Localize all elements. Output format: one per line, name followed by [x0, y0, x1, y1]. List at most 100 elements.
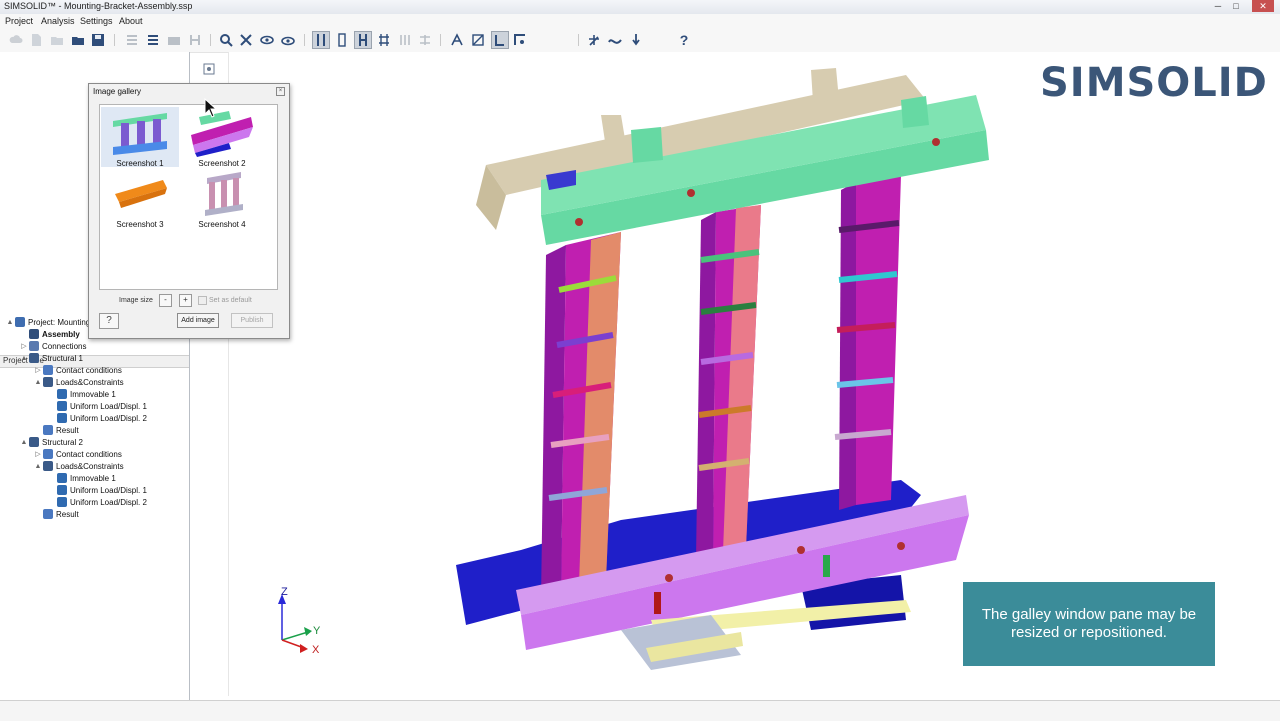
tree-expander[interactable]: ▲: [20, 355, 28, 362]
add-image-button[interactable]: Add image: [177, 313, 219, 328]
tree-item[interactable]: ▲ Project: Mounting: [6, 316, 90, 328]
gallery-list[interactable]: Screenshot 1 Screenshot 2 Screenshot 3 S…: [99, 104, 278, 290]
tree-item[interactable]: Result: [34, 508, 79, 520]
tree-item[interactable]: Result: [34, 424, 79, 436]
gallery-help-button[interactable]: ?: [99, 313, 119, 329]
open-folder-dim-icon[interactable]: [49, 32, 65, 48]
tree-item[interactable]: Uniform Load/Displ. 2: [48, 412, 147, 424]
save-icon[interactable]: [90, 32, 106, 48]
view-icon[interactable]: [259, 32, 275, 48]
tree-item-label: Uniform Load/Displ. 1: [70, 485, 147, 495]
result-icon: [43, 425, 53, 435]
zoom-fit-icon[interactable]: [218, 32, 234, 48]
help-icon[interactable]: ?: [676, 32, 692, 48]
render-edges-icon[interactable]: [354, 31, 372, 49]
render-dim-icon[interactable]: [397, 32, 413, 48]
tree-expander[interactable]: ▲: [6, 319, 14, 326]
tree-expander[interactable]: ▷: [20, 342, 28, 350]
menu-analysis[interactable]: Analysis: [41, 16, 75, 26]
render-shaded-icon[interactable]: [312, 31, 330, 49]
toolbar: ?: [0, 28, 1280, 53]
screenshot-1-thumbnail: [113, 113, 167, 155]
tree-expander[interactable]: ▷: [34, 366, 42, 374]
render-outline-icon[interactable]: [334, 32, 350, 48]
image-size-label: Image size: [119, 297, 153, 304]
render-mesh-icon[interactable]: [376, 32, 392, 48]
tree-expander[interactable]: ▲: [20, 439, 28, 446]
list-icon[interactable]: [145, 32, 161, 48]
menu-settings[interactable]: Settings: [80, 16, 113, 26]
tree-item[interactable]: ▲ Structural 2: [20, 436, 83, 448]
section-icon[interactable]: [470, 32, 486, 48]
immovable-icon: [57, 389, 67, 399]
load-icon: [57, 485, 67, 495]
tree-expander[interactable]: ▲: [34, 463, 42, 470]
clip-icon[interactable]: [491, 31, 509, 49]
screenshot-1-label: Screenshot 1: [116, 159, 164, 168]
image-gallery-window[interactable]: Image gallery × Screenshot 1 Screenshot …: [88, 83, 290, 339]
tree-expander[interactable]: ▲: [34, 379, 42, 386]
tree-item[interactable]: ▲ Loads&Constraints: [34, 460, 124, 472]
load-icon: [57, 413, 67, 423]
tree-item[interactable]: Assembly: [20, 328, 80, 340]
tree-item[interactable]: Uniform Load/Displ. 1: [48, 484, 147, 496]
cloud-icon[interactable]: [8, 32, 24, 48]
tree-item-label: Project: Mounting: [28, 317, 91, 327]
tree-item[interactable]: Uniform Load/Displ. 2: [48, 496, 147, 508]
tree-item-label: Immovable 1: [70, 473, 116, 483]
menu-about[interactable]: About: [119, 16, 143, 26]
tree-item[interactable]: ▲ Loads&Constraints: [34, 376, 124, 388]
new-file-icon[interactable]: [28, 32, 44, 48]
menu-project[interactable]: Project: [5, 16, 33, 26]
assembly-tool-icon[interactable]: [586, 32, 602, 48]
screenshot-3-label: Screenshot 3: [116, 220, 164, 229]
image-size-decrease-button[interactable]: -: [159, 294, 172, 307]
open-folder-icon[interactable]: [70, 32, 86, 48]
tree-expander[interactable]: ▷: [34, 450, 42, 458]
tree-item-label: Uniform Load/Displ. 2: [70, 497, 147, 507]
menu-bar: Project Analysis Settings About: [0, 14, 1280, 29]
contact-icon: [43, 449, 53, 459]
simulate-icon[interactable]: [628, 32, 644, 48]
loads-icon: [43, 461, 53, 471]
tree-item[interactable]: ▲ Structural 1: [20, 352, 83, 364]
tree-item-label: Contact conditions: [56, 449, 122, 459]
gallery-item-screenshot-1[interactable]: Screenshot 1: [101, 107, 179, 168]
set-default-checkbox[interactable]: [198, 296, 207, 305]
tree-item[interactable]: Immovable 1: [48, 388, 116, 400]
measure-icon[interactable]: [449, 32, 465, 48]
panel-toggle-icon[interactable]: [202, 62, 216, 76]
tree-item-label: Loads&Constraints: [56, 377, 124, 387]
explode-icon[interactable]: [238, 32, 254, 48]
transform-icon[interactable]: [512, 32, 528, 48]
tree-item-label: Uniform Load/Displ. 1: [70, 401, 147, 411]
list-dim-icon[interactable]: [124, 32, 140, 48]
gallery-item-screenshot-3[interactable]: Screenshot 3: [101, 168, 179, 229]
publish-button[interactable]: Publish: [231, 313, 273, 328]
tree-item[interactable]: ▷ Contact conditions: [34, 448, 122, 460]
render-dim2-icon[interactable]: [417, 32, 433, 48]
eye-icon[interactable]: [280, 32, 296, 48]
tree-item[interactable]: ▷ Contact conditions: [34, 364, 122, 376]
gallery-item-screenshot-4[interactable]: Screenshot 4: [183, 168, 261, 229]
mouse-cursor-icon: [204, 98, 218, 118]
close-button[interactable]: ✕: [1252, 0, 1274, 12]
screenshot-4-thumbnail: [205, 172, 243, 216]
camera-dim-icon[interactable]: [166, 32, 182, 48]
minimize-button[interactable]: ─: [1210, 0, 1226, 12]
contact-icon: [43, 365, 53, 375]
gallery-title: Image gallery: [93, 87, 142, 96]
tree-item-label: Immovable 1: [70, 389, 116, 399]
connections-tool-icon[interactable]: [607, 32, 623, 48]
tree-item[interactable]: Uniform Load/Displ. 1: [48, 400, 147, 412]
image-size-increase-button[interactable]: +: [179, 294, 192, 307]
simsolid-logo: SIMSOLID: [1040, 60, 1268, 106]
tree-item[interactable]: ▷ Connections: [20, 340, 86, 352]
tree-item-label: Structural 1: [42, 353, 83, 363]
assembly-icon: [29, 329, 39, 339]
maximize-button[interactable]: □: [1228, 0, 1244, 12]
gallery-close-button[interactable]: ×: [276, 87, 285, 96]
gallery-item-screenshot-2[interactable]: Screenshot 2: [183, 107, 261, 168]
tree-item[interactable]: Immovable 1: [48, 472, 116, 484]
split-dim-icon[interactable]: [187, 32, 203, 48]
